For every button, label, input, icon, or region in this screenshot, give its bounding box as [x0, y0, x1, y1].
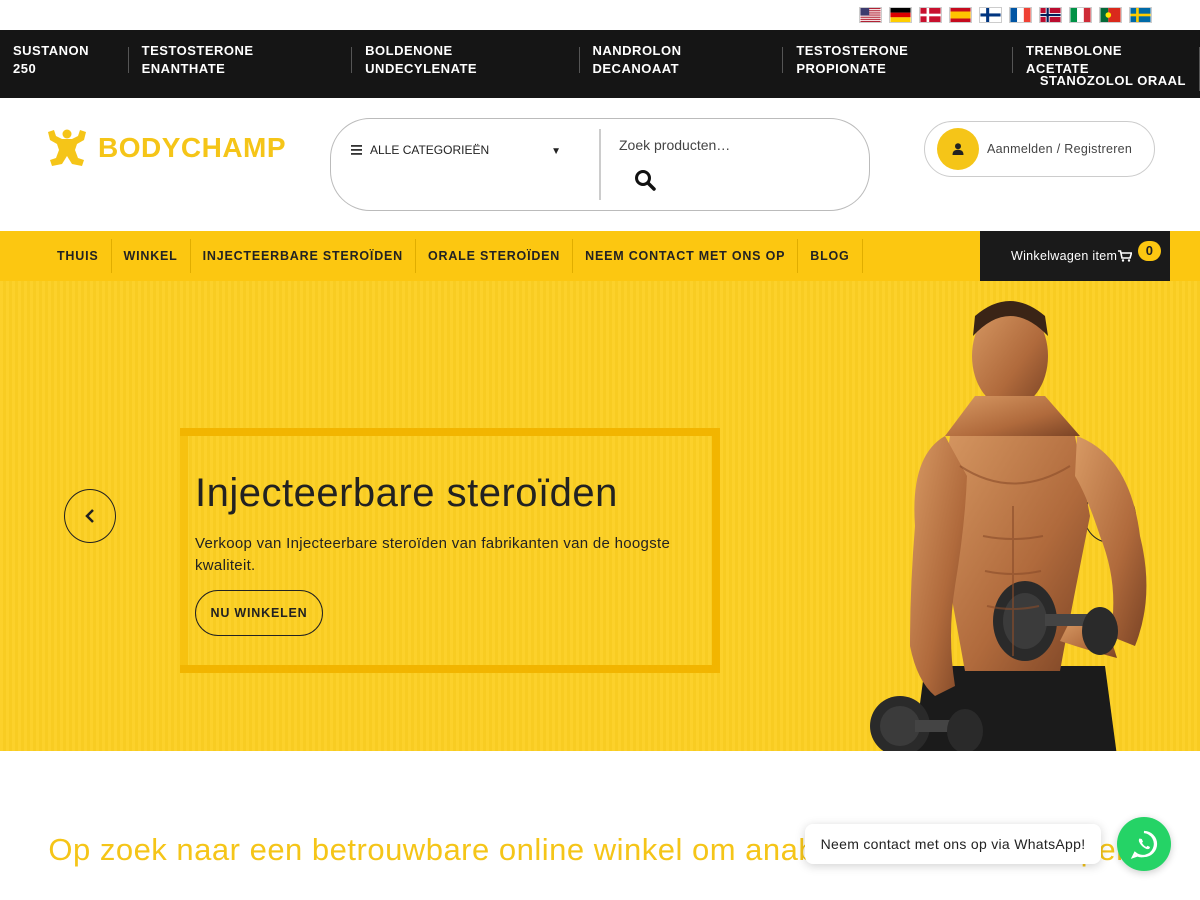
- search-icon: [635, 170, 656, 191]
- cart-count-badge: 0: [1138, 241, 1161, 261]
- flag-no-icon[interactable]: [1039, 7, 1062, 23]
- category-select-label: ALLE CATEGORIEËN: [370, 143, 490, 157]
- product-nav-row-1: SUSTANON 250 TESTOSTERONE ENANTHATE BOLD…: [0, 38, 1200, 82]
- cart-label: Winkelwagen item: [1011, 249, 1118, 263]
- main-nav: THUIS WINKEL INJECTEERBARE STEROÏDEN ORA…: [0, 231, 1200, 281]
- flag-fi-icon[interactable]: [979, 7, 1002, 23]
- hero-slider: Injecteerbare steroïden Verkoop van Inje…: [0, 281, 1200, 751]
- hero-subtitle: Verkoop van Injecteerbare steroïden van …: [195, 535, 671, 574]
- bodybuilder-image: [870, 301, 1147, 751]
- product-nav-testosterone-propionate[interactable]: TESTOSTERONE PROPIONATE: [783, 38, 1012, 82]
- product-nav-nandrolon[interactable]: NANDROLON DECANOAAT: [580, 38, 783, 82]
- divider: [599, 129, 601, 200]
- nav-home[interactable]: THUIS: [45, 241, 111, 271]
- user-icon: [952, 143, 964, 155]
- product-nav-testosterone-enanthate[interactable]: TESTOSTERONE ENANTHATE: [129, 38, 352, 82]
- site-logo[interactable]: BODYCHAMP: [44, 126, 286, 170]
- main-nav-items: THUIS WINKEL INJECTEERBARE STEROÏDEN ORA…: [45, 239, 863, 273]
- flag-fr-icon[interactable]: [1009, 7, 1032, 23]
- flag-pt-icon[interactable]: [1099, 7, 1122, 23]
- flag-de-icon[interactable]: [889, 7, 912, 23]
- account-link[interactable]: Aanmelden / Registreren: [924, 121, 1155, 177]
- product-nav-sustanon[interactable]: SUSTANON 250: [0, 38, 128, 82]
- list-icon: [351, 145, 362, 155]
- flag-dk-icon[interactable]: [919, 7, 942, 23]
- whatsapp-tooltip[interactable]: Neem contact met ons op via WhatsApp!: [805, 824, 1101, 864]
- nav-shop[interactable]: WINKEL: [112, 241, 190, 271]
- product-nav-boldenone[interactable]: BOLDENONE UNDECYLENATE: [352, 38, 578, 82]
- divider: [861, 239, 863, 273]
- search-button[interactable]: [633, 169, 657, 193]
- nav-injectable-steroids[interactable]: INJECTEERBARE STEROÏDEN: [191, 241, 415, 271]
- product-nav-stanozolol[interactable]: STANOZOLOL ORAAL: [1027, 68, 1199, 94]
- cart-icon: [1118, 250, 1133, 262]
- search-input[interactable]: [619, 133, 849, 157]
- hero-title: Injecteerbare steroïden: [195, 471, 618, 515]
- product-nav: SUSTANON 250 TESTOSTERONE ENANTHATE BOLD…: [0, 30, 1200, 98]
- account-label: Aanmelden / Registreren: [987, 142, 1133, 156]
- flag-es-icon[interactable]: [949, 7, 972, 23]
- flag-se-icon[interactable]: [1129, 7, 1152, 23]
- avatar: [937, 128, 979, 170]
- nav-oral-steroids[interactable]: ORALE STEROÏDEN: [416, 241, 572, 271]
- logo-text: BODYCHAMP: [98, 132, 287, 163]
- nav-contact[interactable]: NEEM CONTACT MET ONS OP: [573, 241, 797, 271]
- nav-blog[interactable]: BLOG: [798, 241, 861, 271]
- language-flags: [859, 7, 1152, 23]
- whatsapp-icon: [1130, 830, 1158, 859]
- search-box: ALLE CATEGORIEËN ▼: [330, 118, 870, 211]
- caret-down-icon: ▼: [551, 146, 561, 157]
- flag-us-icon[interactable]: [859, 7, 882, 23]
- site-header: BODYCHAMP ALLE CATEGORIEËN ▼ Aanmelden /…: [0, 98, 1200, 231]
- category-select[interactable]: ALLE CATEGORIEËN ▼: [351, 143, 561, 157]
- cart-button[interactable]: Winkelwagen item 0: [980, 231, 1170, 281]
- product-nav-row-2: STANOZOLOL ORAAL: [1027, 68, 1200, 94]
- flag-it-icon[interactable]: [1069, 7, 1092, 23]
- whatsapp-button[interactable]: [1117, 817, 1171, 871]
- slider-prev-button[interactable]: [64, 489, 116, 543]
- language-bar: [0, 0, 1200, 30]
- bodybuilder-logo-icon: [48, 129, 86, 166]
- chevron-left-icon: [85, 509, 94, 523]
- shop-now-button[interactable]: NU WINKELEN: [195, 590, 323, 636]
